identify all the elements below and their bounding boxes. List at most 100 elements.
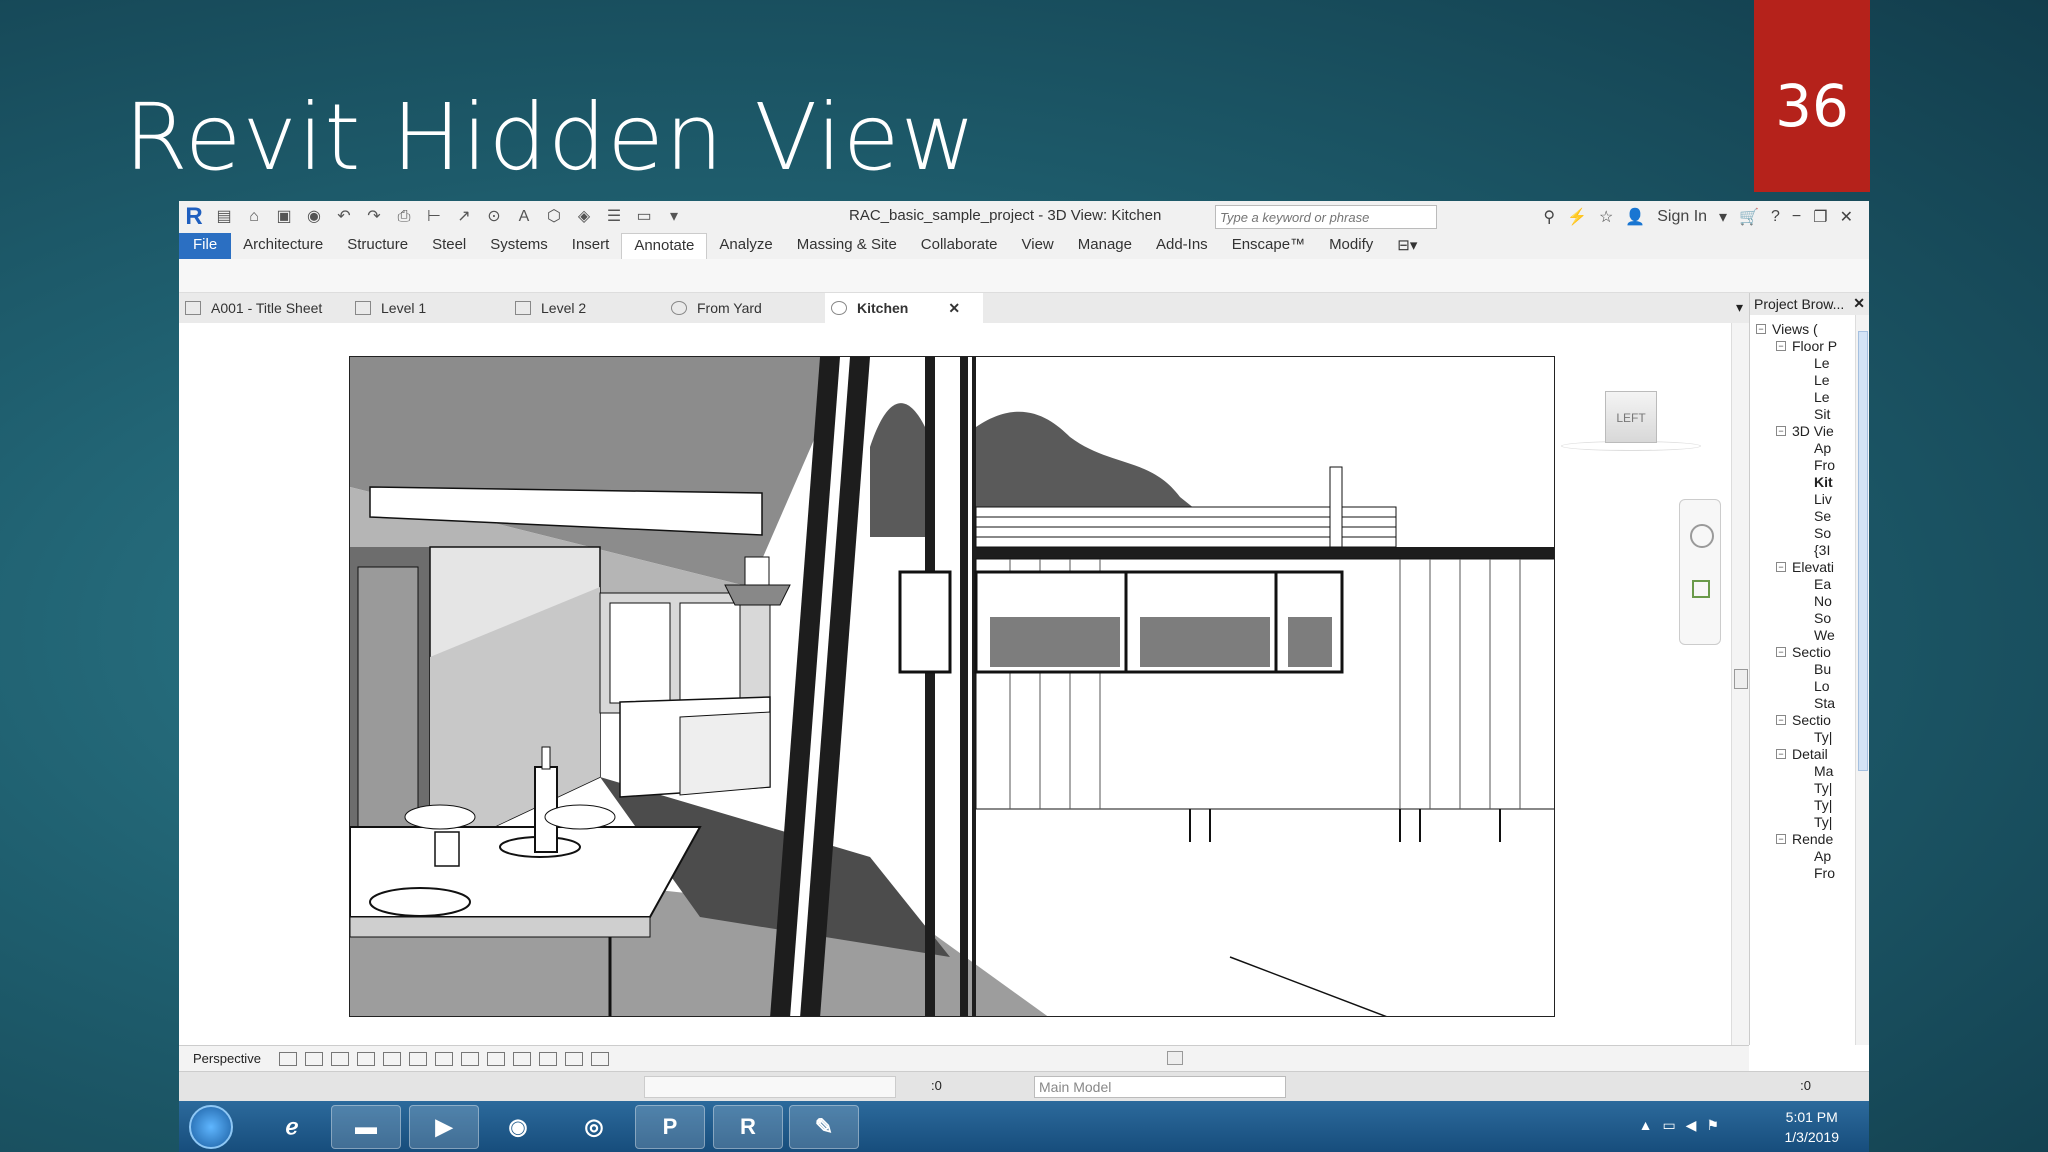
internet-explorer-icon[interactable]: ℯ (257, 1105, 327, 1149)
project-browser-scrollbar[interactable] (1855, 315, 1869, 1045)
tab-analyze[interactable]: Analyze (707, 233, 784, 259)
project-browser-item[interactable]: Ea (1814, 576, 1856, 592)
temporary-hide-icon[interactable] (512, 1051, 531, 1066)
tab-massing-site[interactable]: Massing & Site (785, 233, 909, 259)
worksharing-display-icon[interactable] (564, 1051, 583, 1066)
project-browser-item[interactable]: Ty| (1814, 780, 1856, 796)
user-icon[interactable]: 👤 (1625, 207, 1645, 227)
tab-add-ins[interactable]: Add-Ins (1144, 233, 1220, 259)
tree-collapse-icon[interactable]: − (1776, 647, 1786, 657)
project-browser-item[interactable]: {3I (1814, 542, 1856, 558)
project-browser-item[interactable]: Ma (1814, 763, 1856, 779)
redo-icon[interactable]: ↷ (362, 207, 386, 227)
project-browser-item[interactable]: Floor P (1792, 338, 1856, 354)
revit-logo-icon[interactable]: R (179, 203, 209, 231)
tab-collaborate[interactable]: Collaborate (909, 233, 1010, 259)
tab-view[interactable]: View (1010, 233, 1066, 259)
system-tray-icons[interactable]: ▲▭◀⚑ (1639, 1117, 1729, 1134)
scroll-thumb[interactable] (1734, 669, 1748, 689)
project-browser-item[interactable]: Views ( (1772, 321, 1856, 337)
scale-icon[interactable] (278, 1051, 297, 1066)
crop-view-icon[interactable] (434, 1051, 453, 1066)
tab-view-level-2[interactable]: Level 2 (509, 293, 665, 323)
project-browser-item[interactable]: Sta (1814, 695, 1856, 711)
detail-level-icon[interactable] (304, 1051, 323, 1066)
3d-viewport-kitchen[interactable] (349, 356, 1555, 1017)
project-browser-item[interactable]: So (1814, 610, 1856, 626)
project-browser-item[interactable]: Bu (1814, 661, 1856, 677)
project-browser-item[interactable]: Rende (1792, 831, 1856, 847)
project-browser-item[interactable]: Ty| (1814, 814, 1856, 830)
print-icon[interactable]: ⎙ (392, 207, 416, 227)
tree-collapse-icon[interactable]: − (1776, 749, 1786, 759)
viewcube[interactable]: LEFT (1605, 391, 1657, 443)
project-browser-item[interactable]: Sit (1814, 406, 1856, 422)
scroll-thumb[interactable] (1858, 331, 1868, 771)
tab-view-a001[interactable]: A001 - Title Sheet (179, 293, 349, 323)
project-browser-item[interactable]: 3D Vie (1792, 423, 1856, 439)
start-button[interactable] (189, 1105, 233, 1149)
project-browser-item[interactable]: Detail (1792, 746, 1856, 762)
project-browser-item[interactable]: Ty| (1814, 729, 1856, 745)
workset-select[interactable] (644, 1076, 896, 1098)
tree-collapse-icon[interactable]: − (1756, 324, 1766, 334)
tab-view-kitchen[interactable]: Kitchen ✕ (825, 293, 983, 323)
project-browser-item[interactable]: Le (1814, 372, 1856, 388)
customize-qat-icon[interactable]: ▾ (662, 207, 686, 227)
steering-wheel-icon[interactable] (1690, 524, 1714, 548)
dimension-icon[interactable]: ↗ (452, 207, 476, 227)
sign-in-button[interactable]: Sign In (1657, 208, 1707, 226)
file-explorer-icon[interactable]: ▬ (331, 1105, 401, 1149)
powerpoint-icon[interactable]: P (635, 1105, 705, 1149)
project-browser-item[interactable]: Sectio (1792, 712, 1856, 728)
open-icon[interactable]: ▤ (212, 207, 236, 227)
tree-collapse-icon[interactable]: − (1776, 715, 1786, 725)
project-browser-item[interactable]: Fro (1814, 457, 1856, 473)
clock[interactable]: 5:01 PM 1/3/2019 (1785, 1107, 1840, 1147)
project-browser-item[interactable]: No (1814, 593, 1856, 609)
close-project-browser-icon[interactable]: ✕ (1853, 295, 1865, 312)
folder-icon[interactable]: ⌂ (242, 207, 266, 227)
tab-manage[interactable]: Manage (1066, 233, 1144, 259)
horizontal-scrollbar[interactable] (649, 1051, 1699, 1065)
close-tab-icon[interactable]: ✕ (948, 300, 960, 317)
visual-style-icon[interactable] (330, 1051, 349, 1066)
tab-view-from-yard[interactable]: From Yard (665, 293, 825, 323)
section-icon[interactable]: ◈ (572, 207, 596, 227)
paint-icon[interactable]: ✎ (789, 1105, 859, 1149)
help-icon[interactable]: ? (1771, 208, 1780, 226)
tree-collapse-icon[interactable]: − (1776, 341, 1786, 351)
subscription-icon[interactable]: ⚡ (1567, 207, 1587, 227)
firefox-icon[interactable]: ◉ (483, 1105, 553, 1149)
project-browser-item[interactable]: Ap (1814, 440, 1856, 456)
tree-collapse-icon[interactable]: − (1776, 834, 1786, 844)
tab-steel[interactable]: Steel (420, 233, 478, 259)
tab-systems[interactable]: Systems (478, 233, 560, 259)
project-browser-item[interactable]: Lo (1814, 678, 1856, 694)
render-icon[interactable] (408, 1051, 427, 1066)
project-browser-item[interactable]: Kit (1814, 474, 1856, 490)
tab-insert[interactable]: Insert (560, 233, 622, 259)
project-browser-item[interactable]: Ap (1814, 848, 1856, 864)
tab-annotate[interactable]: Annotate (621, 233, 708, 259)
search-input[interactable] (1215, 205, 1437, 229)
text-icon[interactable]: A (512, 207, 536, 227)
tag-icon[interactable]: ⊙ (482, 207, 506, 227)
project-browser-item[interactable]: Le (1814, 355, 1856, 371)
measure-icon[interactable]: ⊢ (422, 207, 446, 227)
tab-file[interactable]: File (179, 233, 232, 259)
tab-enscape[interactable]: Enscape™ (1220, 233, 1317, 259)
tab-architecture[interactable]: Architecture (231, 233, 335, 259)
switch-windows-icon[interactable]: ▭ (632, 207, 656, 227)
tree-collapse-icon[interactable]: − (1776, 426, 1786, 436)
binoculars-icon[interactable]: ⚲ (1543, 207, 1555, 227)
restore-icon[interactable]: ❐ (1813, 207, 1827, 227)
minimize-icon[interactable]: − (1792, 208, 1801, 226)
tab-structure[interactable]: Structure (335, 233, 420, 259)
tab-view-level-1[interactable]: Level 1 (349, 293, 509, 323)
shadows-icon[interactable] (382, 1051, 401, 1066)
undo-icon[interactable]: ↶ (332, 207, 356, 227)
project-browser-item[interactable]: Le (1814, 389, 1856, 405)
media-player-icon[interactable]: ▶ (409, 1105, 479, 1149)
favorites-star-icon[interactable]: ☆ (1599, 207, 1613, 227)
